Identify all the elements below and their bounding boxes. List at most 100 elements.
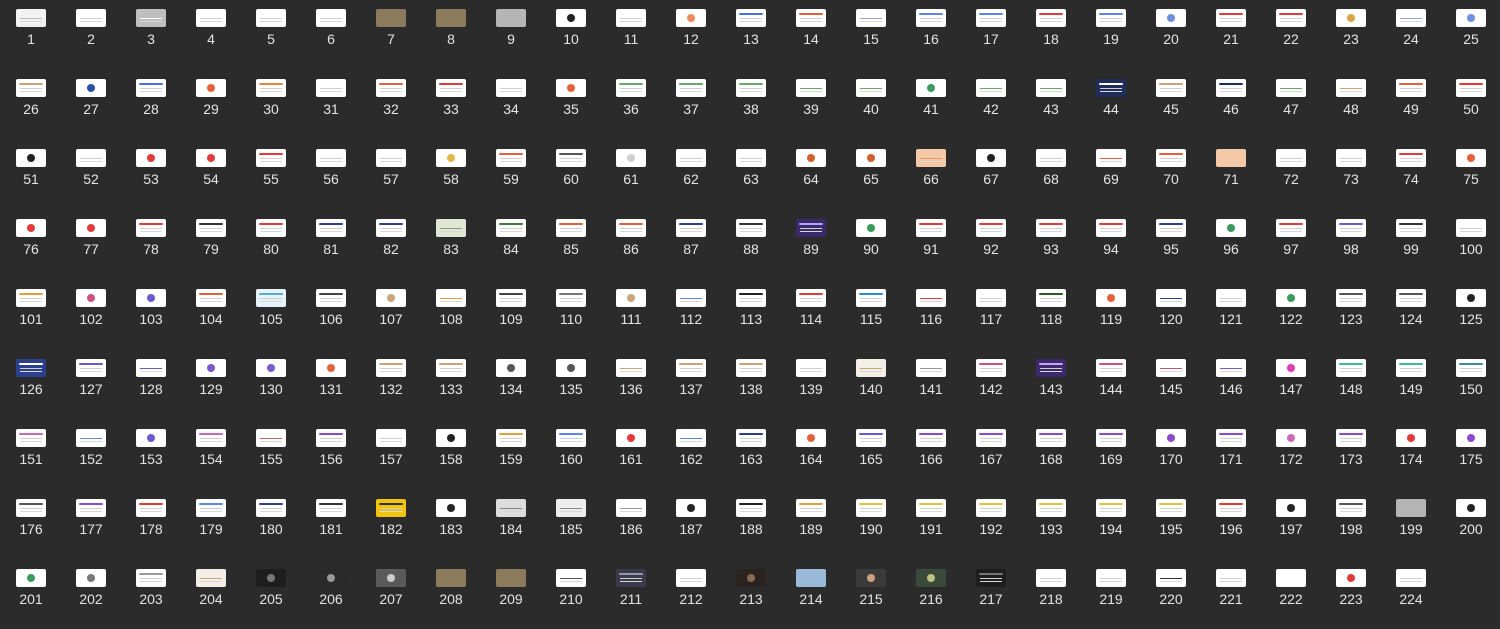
slide-preview[interactable] [1036, 219, 1066, 237]
slide-thumbnail[interactable]: 105 [240, 280, 300, 330]
slide-thumbnail[interactable]: 45 [1140, 70, 1200, 120]
slide-preview[interactable] [316, 219, 346, 237]
slide-preview[interactable] [676, 219, 706, 237]
slide-preview[interactable] [136, 359, 166, 377]
slide-thumbnail[interactable]: 18 [1020, 0, 1080, 50]
slide-thumbnail[interactable]: 1 [0, 0, 60, 50]
slide-thumbnail[interactable]: 76 [0, 210, 60, 260]
slide-thumbnail[interactable]: 148 [1320, 350, 1380, 400]
slide-thumbnail[interactable]: 223 [1320, 560, 1380, 610]
slide-thumbnail[interactable]: 144 [1080, 350, 1140, 400]
slide-thumbnail[interactable]: 65 [840, 140, 900, 190]
slide-preview[interactable] [1456, 219, 1486, 237]
slide-thumbnail[interactable]: 167 [960, 420, 1020, 470]
slide-thumbnail[interactable]: 150 [1440, 350, 1500, 400]
slide-thumbnail[interactable]: 117 [960, 280, 1020, 330]
slide-thumbnail[interactable]: 154 [180, 420, 240, 470]
slide-thumbnail[interactable]: 162 [660, 420, 720, 470]
slide-preview[interactable] [76, 499, 106, 517]
slide-preview[interactable] [1036, 499, 1066, 517]
slide-preview[interactable] [496, 219, 526, 237]
slide-thumbnail[interactable]: 44 [1080, 70, 1140, 120]
slide-preview[interactable] [1336, 429, 1366, 447]
slide-preview[interactable] [856, 289, 886, 307]
slide-thumbnail[interactable]: 113 [720, 280, 780, 330]
slide-thumbnail[interactable]: 124 [1380, 280, 1440, 330]
slide-preview[interactable] [1336, 289, 1366, 307]
slide-preview[interactable] [796, 499, 826, 517]
slide-preview[interactable] [616, 289, 646, 307]
slide-preview[interactable] [1396, 429, 1426, 447]
slide-thumbnail[interactable]: 36 [600, 70, 660, 120]
slide-preview[interactable] [136, 499, 166, 517]
slide-thumbnail[interactable]: 170 [1140, 420, 1200, 470]
slide-preview[interactable] [76, 429, 106, 447]
slide-preview[interactable] [796, 219, 826, 237]
slide-thumbnail[interactable]: 179 [180, 490, 240, 540]
slide-preview[interactable] [796, 289, 826, 307]
slide-thumbnail[interactable]: 147 [1260, 350, 1320, 400]
slide-thumbnail[interactable]: 176 [0, 490, 60, 540]
slide-thumbnail[interactable]: 75 [1440, 140, 1500, 190]
slide-thumbnail[interactable]: 186 [600, 490, 660, 540]
slide-preview[interactable] [976, 79, 1006, 97]
slide-thumbnail[interactable]: 203 [120, 560, 180, 610]
slide-preview[interactable] [256, 9, 286, 27]
slide-preview[interactable] [556, 359, 586, 377]
slide-thumbnail[interactable]: 205 [240, 560, 300, 610]
slide-thumbnail[interactable]: 173 [1320, 420, 1380, 470]
slide-preview[interactable] [436, 569, 466, 587]
slide-thumbnail[interactable]: 120 [1140, 280, 1200, 330]
slide-thumbnail[interactable]: 47 [1260, 70, 1320, 120]
slide-thumbnail[interactable]: 193 [1020, 490, 1080, 540]
slide-thumbnail[interactable]: 25 [1440, 0, 1500, 50]
slide-thumbnail[interactable]: 137 [660, 350, 720, 400]
slide-thumbnail[interactable]: 208 [420, 560, 480, 610]
slide-preview[interactable] [496, 359, 526, 377]
slide-thumbnail[interactable]: 182 [360, 490, 420, 540]
slide-thumbnail[interactable]: 49 [1380, 70, 1440, 120]
slide-thumbnail[interactable]: 145 [1140, 350, 1200, 400]
slide-preview[interactable] [736, 9, 766, 27]
slide-preview[interactable] [316, 289, 346, 307]
slide-preview[interactable] [556, 569, 586, 587]
slide-thumbnail[interactable]: 52 [60, 140, 120, 190]
slide-preview[interactable] [916, 359, 946, 377]
slide-thumbnail[interactable]: 163 [720, 420, 780, 470]
slide-preview[interactable] [1396, 289, 1426, 307]
slide-preview[interactable] [976, 149, 1006, 167]
slide-thumbnail[interactable]: 58 [420, 140, 480, 190]
slide-thumbnail[interactable]: 94 [1080, 210, 1140, 260]
slide-preview[interactable] [316, 359, 346, 377]
slide-preview[interactable] [1156, 569, 1186, 587]
slide-thumbnail[interactable]: 67 [960, 140, 1020, 190]
slide-thumbnail[interactable]: 216 [900, 560, 960, 610]
slide-preview[interactable] [256, 219, 286, 237]
slide-preview[interactable] [796, 9, 826, 27]
slide-thumbnail[interactable]: 53 [120, 140, 180, 190]
slide-preview[interactable] [1216, 79, 1246, 97]
slide-preview[interactable] [976, 219, 1006, 237]
slide-thumbnail[interactable]: 6 [300, 0, 360, 50]
slide-preview[interactable] [436, 9, 466, 27]
slide-thumbnail[interactable]: 27 [60, 70, 120, 120]
slide-preview[interactable] [1096, 219, 1126, 237]
slide-thumbnail[interactable]: 157 [360, 420, 420, 470]
slide-preview[interactable] [136, 289, 166, 307]
slide-thumbnail[interactable]: 21 [1200, 0, 1260, 50]
slide-preview[interactable] [1216, 569, 1246, 587]
slide-thumbnail[interactable]: 11 [600, 0, 660, 50]
slide-preview[interactable] [736, 429, 766, 447]
slide-preview[interactable] [736, 499, 766, 517]
slide-thumbnail[interactable]: 70 [1140, 140, 1200, 190]
slide-thumbnail[interactable]: 71 [1200, 140, 1260, 190]
slide-thumbnail[interactable]: 172 [1260, 420, 1320, 470]
slide-preview[interactable] [496, 9, 526, 27]
slide-preview[interactable] [1456, 499, 1486, 517]
slide-preview[interactable] [916, 9, 946, 27]
slide-thumbnail[interactable]: 59 [480, 140, 540, 190]
slide-thumbnail[interactable]: 79 [180, 210, 240, 260]
slide-preview[interactable] [16, 219, 46, 237]
slide-preview[interactable] [676, 499, 706, 517]
slide-preview[interactable] [76, 569, 106, 587]
